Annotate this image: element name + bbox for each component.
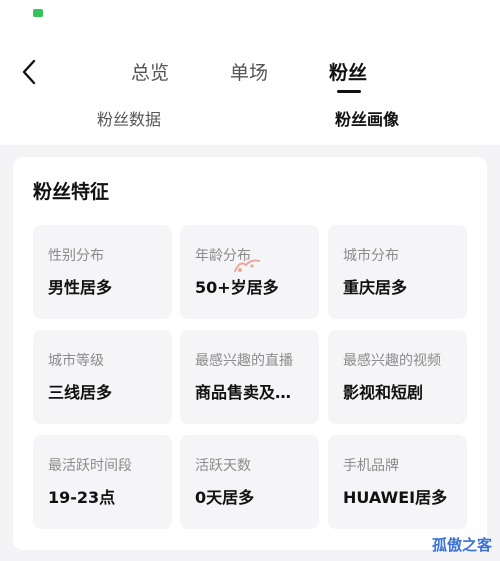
feature-value: HUAWEI居多 bbox=[343, 488, 448, 507]
feature-label: 最感兴趣的直播 bbox=[195, 353, 293, 369]
tab-fans[interactable]: 粉丝 bbox=[329, 58, 367, 88]
watermark-logo-icon bbox=[234, 259, 260, 272]
watermark-text: 孤傲之客 bbox=[431, 536, 492, 554]
feature-cell-city: 城市分布 重庆居多 bbox=[328, 225, 467, 319]
feature-label: 活跃天数 bbox=[195, 458, 251, 474]
feature-label: 最感兴趣的视频 bbox=[343, 353, 441, 369]
feature-label: 手机品牌 bbox=[343, 458, 399, 474]
feature-value: 商品售卖及… bbox=[195, 383, 292, 402]
feature-value: 影视和短剧 bbox=[343, 383, 424, 402]
feature-label: 城市分布 bbox=[343, 248, 399, 264]
feature-cell-active-time: 最活跃时间段 19-23点 bbox=[33, 435, 172, 529]
feature-value: 重庆居多 bbox=[343, 278, 408, 297]
feature-value: 三线居多 bbox=[48, 383, 113, 402]
feature-label: 城市等级 bbox=[48, 353, 104, 369]
tab-overview[interactable]: 总览 bbox=[131, 58, 169, 88]
wechat-status-icon bbox=[33, 9, 43, 17]
feature-value: 19-23点 bbox=[48, 488, 116, 507]
subtab-fan-portrait[interactable]: 粉丝画像 bbox=[335, 106, 399, 130]
feature-cell-phone-brand: 手机品牌 HUAWEI居多 bbox=[328, 435, 467, 529]
feature-cell-active-days: 活跃天数 0天居多 bbox=[180, 435, 319, 529]
feature-label: 性别分布 bbox=[48, 248, 104, 264]
subtab-fan-data[interactable]: 粉丝数据 bbox=[97, 106, 161, 130]
feature-cell-video-interest: 最感兴趣的视频 影视和短剧 bbox=[328, 330, 467, 424]
feature-cell-city-tier: 城市等级 三线居多 bbox=[33, 330, 172, 424]
feature-cell-gender: 性别分布 男性居多 bbox=[33, 225, 172, 319]
tab-single-session[interactable]: 单场 bbox=[230, 58, 268, 88]
header: 总览 单场 粉丝 粉丝数据 粉丝画像 bbox=[0, 0, 500, 145]
chevron-left-icon bbox=[22, 59, 36, 85]
back-button[interactable] bbox=[14, 56, 44, 88]
fan-features-card: 粉丝特征 性别分布 男性居多 年龄分布 50+岁居多 城市分布 重庆居多 城市等… bbox=[13, 157, 487, 550]
feature-value: 男性居多 bbox=[48, 278, 113, 297]
card-title: 粉丝特征 bbox=[33, 181, 110, 203]
feature-value: 50+岁居多 bbox=[195, 278, 279, 297]
feature-label: 最活跃时间段 bbox=[48, 458, 132, 474]
feature-cell-live-interest: 最感兴趣的直播 商品售卖及… bbox=[180, 330, 319, 424]
active-tab-indicator bbox=[337, 90, 361, 93]
feature-value: 0天居多 bbox=[195, 488, 255, 507]
